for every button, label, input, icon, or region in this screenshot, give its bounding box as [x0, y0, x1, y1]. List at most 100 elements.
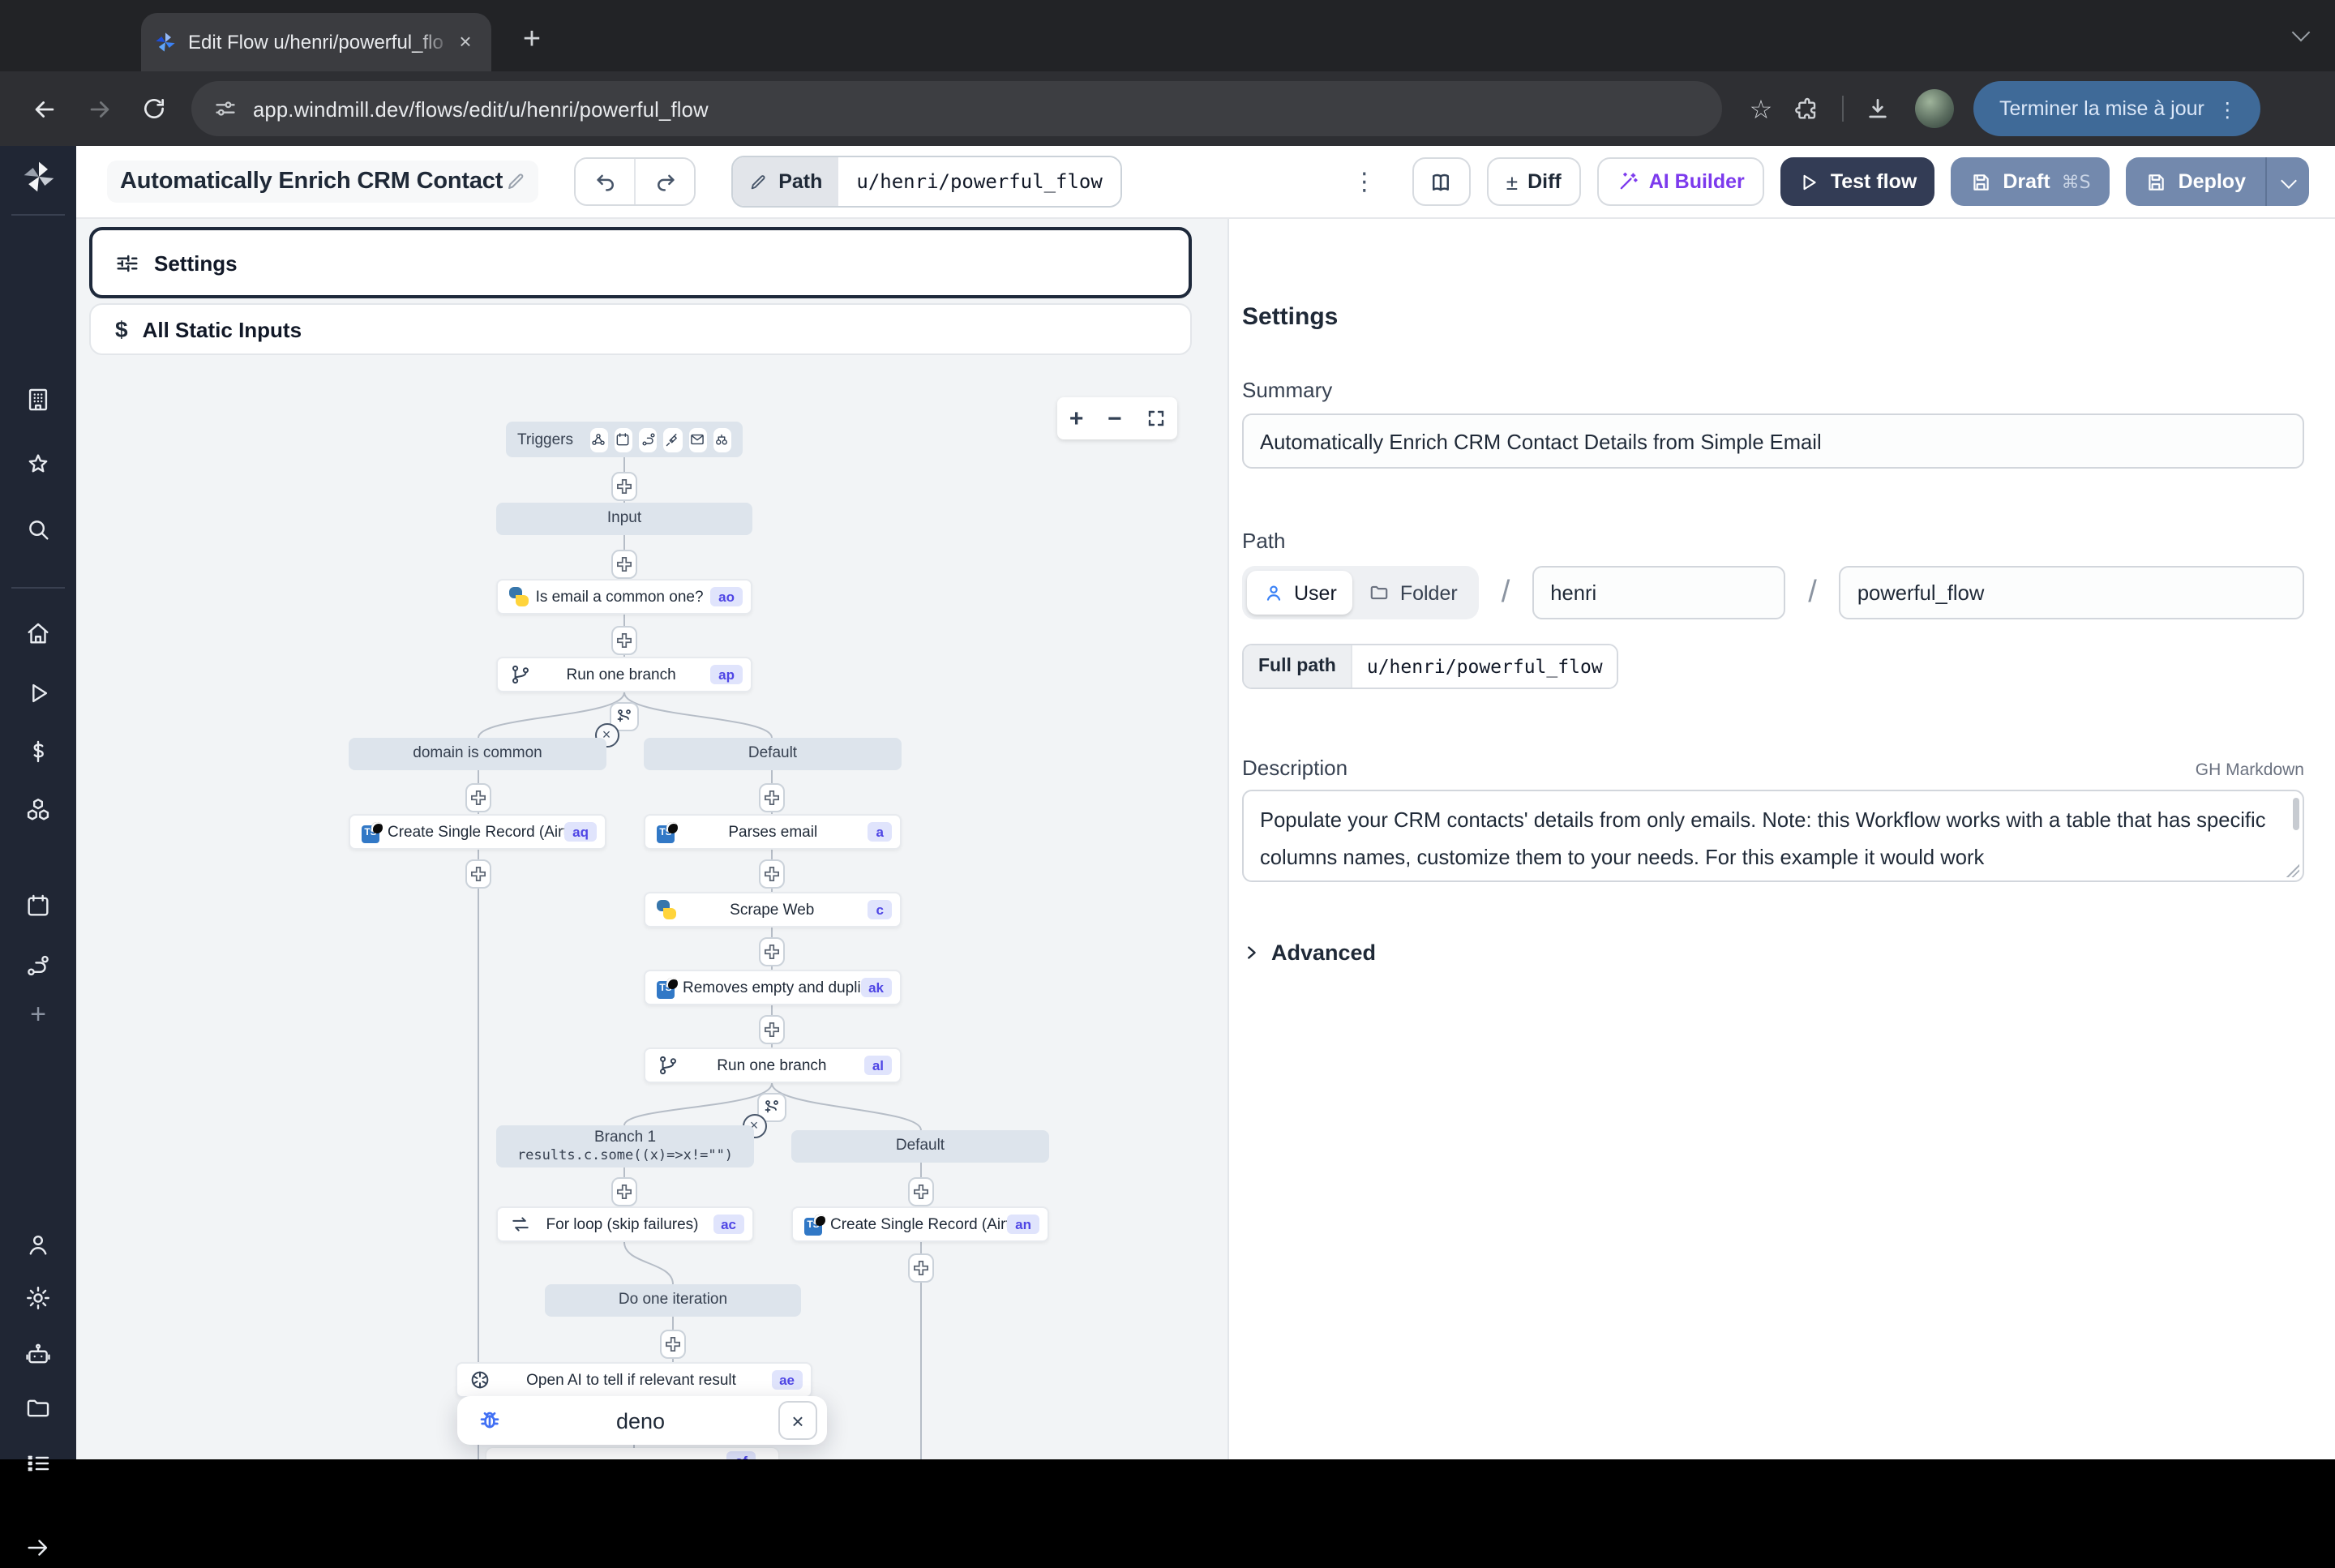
docs-book-button[interactable]: [1412, 157, 1471, 206]
ai-builder-button[interactable]: AI Builder: [1597, 157, 1764, 206]
sidebar-item-ai[interactable]: [0, 1333, 76, 1375]
windmill-logo-icon[interactable]: [0, 159, 76, 201]
triggers-node[interactable]: Triggers: [506, 422, 743, 457]
settings-card[interactable]: Settings: [89, 227, 1192, 298]
profile-avatar[interactable]: [1915, 89, 1954, 128]
flow-branch-bar[interactable]: Branch 1results.c.some((x)=>x!=""): [496, 1125, 754, 1167]
flow-step-node[interactable]: Is email a common one?ao: [496, 579, 752, 615]
sidebar-item-search[interactable]: [0, 508, 76, 550]
flow-branch-bar[interactable]: Default: [644, 738, 902, 770]
zoom-in-button[interactable]: +: [1069, 406, 1084, 431]
flow-step-node[interactable]: TSParses emaila: [644, 814, 902, 850]
tab-search-chevron-icon[interactable]: [2293, 24, 2309, 41]
back-icon[interactable]: [16, 81, 71, 136]
add-step-button[interactable]: [908, 1177, 934, 1206]
flow-branch-bar[interactable]: Input: [496, 503, 752, 535]
browser-menu-icon[interactable]: ⋮: [2204, 96, 2251, 121]
flow-step-node[interactable]: Scrape Webc: [644, 892, 902, 928]
more-options-icon[interactable]: ⋮: [1333, 167, 1396, 196]
url-bar[interactable]: app.windmill.dev/flows/edit/u/henri/powe…: [191, 81, 1722, 136]
owner-input[interactable]: henri: [1532, 566, 1785, 619]
all-static-inputs-card[interactable]: $ All Static Inputs: [89, 303, 1192, 355]
sidebar-item-favorites[interactable]: [0, 443, 76, 485]
add-step-button[interactable]: [908, 1253, 934, 1283]
flow-step-node[interactable]: TSCreate Single Record (Airtable)an: [791, 1206, 1049, 1242]
add-step-button[interactable]: [759, 859, 785, 889]
path-chip[interactable]: Path u/henri/powerful_flow: [731, 156, 1122, 208]
flow-step-node[interactable]: TSCreate Single Record (Airtable)aq: [349, 814, 606, 850]
schedule-icon[interactable]: [615, 427, 633, 452]
kafka-icon[interactable]: [664, 427, 683, 452]
poll-icon[interactable]: [713, 427, 732, 452]
popup-close-button[interactable]: ×: [778, 1401, 817, 1440]
add-step-button[interactable]: [611, 626, 637, 655]
folder-toggle[interactable]: Folder: [1353, 571, 1474, 615]
add-step-button[interactable]: [465, 783, 491, 812]
redo-button[interactable]: [634, 159, 694, 204]
sidebar-item-runs[interactable]: [0, 671, 76, 713]
sidebar-item-add[interactable]: +: [0, 994, 76, 1036]
site-info-icon[interactable]: [214, 97, 237, 120]
description-textarea[interactable]: Populate your CRM contacts' details from…: [1242, 790, 2304, 882]
flow-step-node[interactable]: Open AI to tell if relevant resultae: [456, 1362, 812, 1398]
sidebar-item-settings[interactable]: [0, 1276, 76, 1318]
zoom-out-button[interactable]: −: [1108, 406, 1122, 431]
sidebar-item-schedules[interactable]: [0, 884, 76, 926]
bookmark-star-icon[interactable]: ☆: [1738, 93, 1784, 124]
browser-update-button[interactable]: Terminer la mise à jour ⋮: [1973, 81, 2260, 136]
add-step-button[interactable]: [611, 1177, 637, 1206]
tab-close-icon[interactable]: ×: [452, 29, 478, 55]
draft-button[interactable]: Draft ⌘S: [1951, 157, 2110, 206]
sidebar-item-account[interactable]: [0, 1223, 76, 1265]
download-icon[interactable]: [1857, 81, 1899, 136]
flow-branch-bar[interactable]: Default: [791, 1130, 1049, 1163]
deploy-dropdown-button[interactable]: [2265, 157, 2309, 206]
new-tab-button[interactable]: +: [509, 19, 555, 62]
add-step-button[interactable]: [465, 859, 491, 889]
flow-graph-canvas[interactable]: Triggers Input Is email a common one?ao Run…: [76, 366, 1227, 1459]
add-step-button[interactable]: [611, 550, 637, 579]
sidebar-item-folders[interactable]: [0, 1386, 76, 1429]
test-flow-button[interactable]: Test flow: [1780, 157, 1935, 206]
reload-icon[interactable]: [126, 81, 182, 136]
sidebar-item-workspace[interactable]: [0, 378, 76, 420]
flow-title-editable[interactable]: Automatically Enrich CRM Contact: [107, 161, 538, 203]
flow-step-node[interactable]: Run one branchap: [496, 657, 752, 692]
forward-icon[interactable]: [71, 81, 126, 136]
sidebar-item-routes[interactable]: [0, 944, 76, 986]
flow-step-node-partial[interactable]: af: [486, 1448, 778, 1459]
textarea-scrollbar[interactable]: [2293, 798, 2299, 830]
email-icon[interactable]: [688, 427, 707, 452]
route-icon[interactable]: [639, 427, 658, 452]
flow-step-node[interactable]: For loop (skip failures)ac: [496, 1206, 754, 1242]
sidebar-item-home[interactable]: [0, 611, 76, 653]
flow-step-node[interactable]: Run one branchal: [644, 1047, 902, 1083]
diff-button[interactable]: ± Diff: [1487, 157, 1581, 206]
add-step-button[interactable]: [759, 937, 785, 966]
flow-branch-bar[interactable]: Do one iteration: [545, 1284, 801, 1317]
add-step-button[interactable]: [660, 1330, 686, 1359]
summary-input[interactable]: Automatically Enrich CRM Contact Details…: [1242, 413, 2304, 469]
add-step-button[interactable]: [759, 1015, 785, 1044]
flow-name-input[interactable]: powerful_flow: [1840, 566, 2304, 619]
fullscreen-icon[interactable]: [1146, 409, 1165, 428]
advanced-toggle[interactable]: Advanced: [1242, 940, 2304, 965]
deno-popup[interactable]: deno ×: [457, 1396, 827, 1445]
python-icon: [509, 587, 529, 606]
webhook-icon[interactable]: [589, 427, 608, 452]
sidebar-item-logs[interactable]: [0, 1442, 76, 1484]
sidebar-item-expand[interactable]: [0, 1526, 76, 1568]
typescript-deno-icon: TS: [657, 821, 678, 842]
browser-tab[interactable]: Edit Flow u/henri/powerful_flo ×: [141, 13, 491, 71]
flow-branch-bar[interactable]: domain is common: [349, 738, 606, 770]
sidebar-item-variables[interactable]: [0, 730, 76, 772]
textarea-resize-handle[interactable]: [2286, 864, 2299, 877]
flow-step-node[interactable]: TSRemoves empty and duplicatesak: [644, 970, 902, 1005]
undo-button[interactable]: [576, 159, 634, 204]
sidebar-item-resources[interactable]: [0, 788, 76, 830]
add-step-button[interactable]: [759, 783, 785, 812]
user-toggle[interactable]: User: [1247, 571, 1353, 615]
extensions-icon[interactable]: [1784, 81, 1829, 136]
deploy-button[interactable]: Deploy: [2127, 157, 2265, 206]
add-step-button[interactable]: [611, 472, 637, 501]
